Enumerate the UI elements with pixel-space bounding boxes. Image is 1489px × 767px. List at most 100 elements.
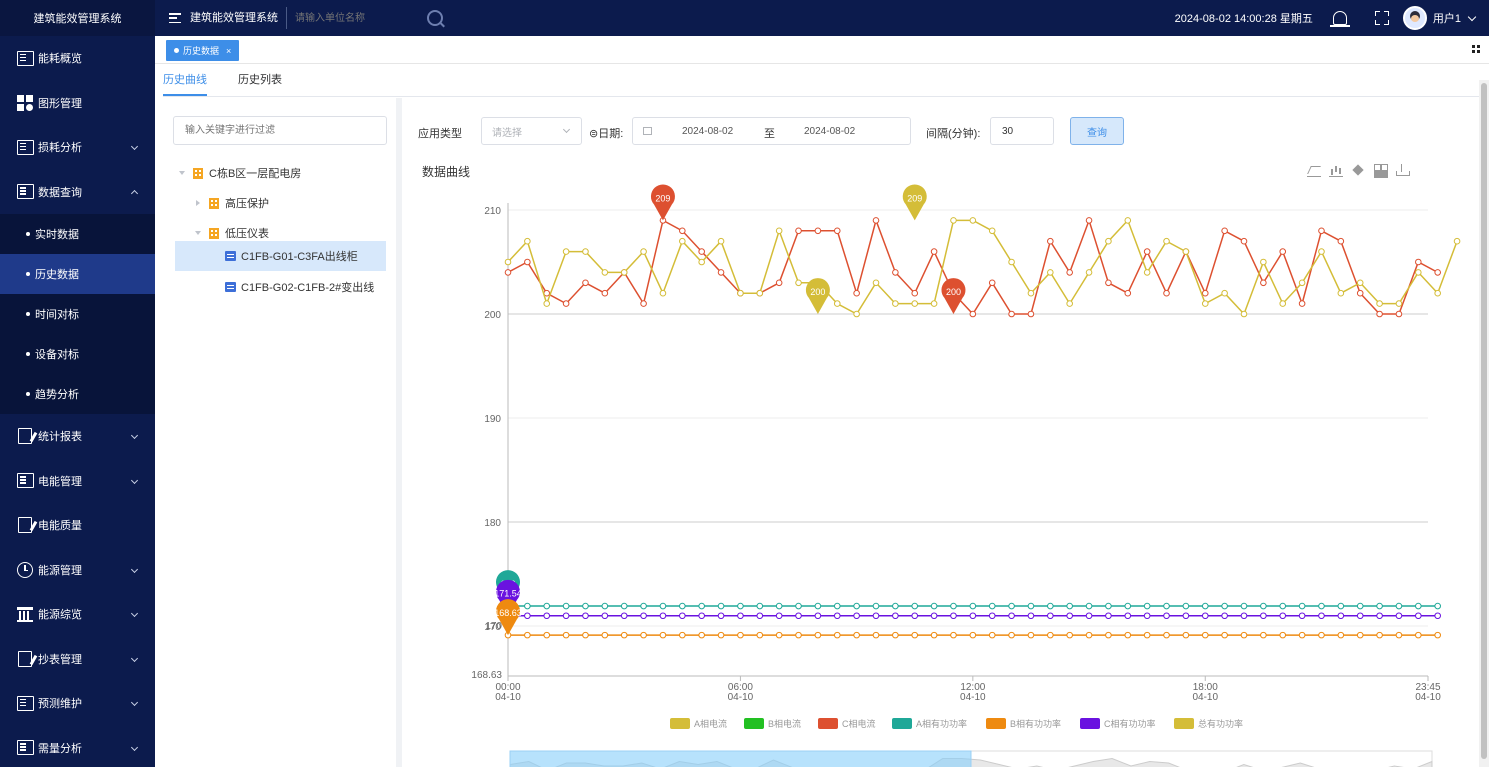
data-point	[814, 631, 822, 639]
sidebar-item-label: 电能管理	[38, 475, 82, 488]
meter-reading-icon	[16, 650, 34, 668]
sidebar-item-energy-overview-2[interactable]: 能源综览	[0, 592, 155, 637]
close-icon[interactable]: ×	[226, 46, 231, 56]
current-datetime: 2024-08-02 14:00:28 星期五	[1174, 13, 1313, 25]
data-point	[1240, 237, 1248, 245]
menu-toggle-icon[interactable]	[169, 13, 181, 23]
data-point	[737, 289, 744, 297]
apps-icon[interactable]	[1472, 45, 1480, 53]
data-point	[1356, 631, 1364, 639]
scrollbar-thumb[interactable]	[1481, 83, 1487, 759]
sidebar-item-demand-analysis[interactable]: 需量分析	[0, 726, 155, 767]
data-point	[1201, 631, 1209, 639]
legend-item: A相有功功率	[892, 718, 967, 729]
data-point	[1066, 612, 1073, 620]
data-point	[911, 631, 919, 639]
chevron-down-icon	[130, 610, 139, 618]
caret-down-icon[interactable]	[179, 171, 185, 175]
data-point	[1240, 612, 1248, 620]
caret-down-icon[interactable]	[195, 231, 201, 235]
data-point	[1240, 310, 1248, 318]
sidebar-item-energy-management[interactable]: 能源管理	[0, 548, 155, 593]
building-icon	[209, 227, 219, 239]
data-point	[737, 631, 744, 639]
tree-node-root[interactable]: C栋B区一层配电房	[179, 158, 301, 188]
data-point	[1260, 631, 1267, 639]
chevron-down-icon	[130, 743, 139, 751]
data-point	[737, 612, 744, 620]
sidebar-subitem-history-data[interactable]: 历史数据	[0, 254, 155, 294]
bell-icon[interactable]	[1329, 11, 1350, 27]
fullscreen-icon[interactable]	[1374, 11, 1389, 25]
data-curve-chart[interactable]: 210200190180170168.6300:0004-1006:0004-1…	[402, 98, 1478, 767]
sidebar-item-energy-overview[interactable]: 能耗概览	[0, 36, 155, 81]
x-tick-date: 04-10	[495, 692, 521, 703]
data-point	[1279, 248, 1287, 255]
data-point	[601, 269, 609, 276]
data-point	[679, 227, 686, 235]
series-line	[507, 217, 1439, 316]
marker-label: 168.63	[494, 608, 522, 618]
tree-node-group-high-voltage[interactable]: 高压保护	[196, 188, 269, 218]
data-point	[1337, 612, 1345, 620]
data-point	[1201, 289, 1209, 297]
data-point	[582, 279, 589, 287]
data-point	[679, 237, 686, 245]
data-point	[795, 631, 802, 639]
data-point	[969, 310, 977, 318]
sidebar-item-power-management[interactable]: 电能管理	[0, 459, 155, 504]
data-point	[1163, 237, 1170, 245]
tree-node-leaf-1[interactable]: C1FB-G01-C3FA出线柜	[175, 241, 386, 271]
data-point	[698, 258, 705, 266]
username[interactable]: 用户1	[1433, 10, 1461, 26]
data-point	[988, 227, 996, 235]
data-point	[1008, 631, 1015, 639]
sidebar-item-graphic-management[interactable]: 图形管理	[0, 81, 155, 126]
legend-item: A相电流	[670, 718, 727, 729]
tab-history-curve[interactable]: 历史曲线	[163, 70, 207, 96]
sidebar-subitem-trend-analysis[interactable]: 趋势分析	[0, 374, 155, 414]
data-point	[1124, 289, 1132, 297]
avatar[interactable]	[1402, 6, 1427, 30]
data-point	[582, 612, 589, 620]
data-point	[524, 258, 531, 266]
data-point	[853, 602, 860, 610]
data-point	[1453, 237, 1461, 245]
sub-tabs: 历史曲线 历史列表	[163, 70, 1480, 97]
x-tick-date: 04-10	[960, 692, 986, 703]
sidebar-subitem-realtime-data[interactable]: 实时数据	[0, 214, 155, 254]
sidebar-item-loss-analysis[interactable]: 损耗分析	[0, 125, 155, 170]
sidebar-subitem-device-benchmark[interactable]: 设备对标	[0, 334, 155, 374]
data-point	[1337, 289, 1345, 297]
sidebar-item-data-query[interactable]: 数据查询	[0, 170, 155, 215]
marker-label: 209	[907, 193, 922, 203]
tab-history-list[interactable]: 历史列表	[238, 70, 282, 96]
x-tick-date: 04-10	[1192, 692, 1218, 703]
marker-pin: 200	[805, 278, 830, 314]
tree-node-leaf-2[interactable]: C1FB-G02-C1FB-2#变出线	[225, 272, 374, 302]
sidebar-item-meter-reading[interactable]: 抄表管理	[0, 637, 155, 682]
unit-search-input[interactable]	[295, 7, 425, 29]
caret-right-icon[interactable]	[196, 200, 200, 206]
search-icon[interactable]	[427, 10, 443, 26]
data-point	[717, 631, 725, 639]
data-point	[969, 631, 977, 639]
chevron-down-icon[interactable]	[1467, 12, 1477, 21]
data-point	[1376, 612, 1383, 620]
chevron-down-icon	[130, 476, 139, 484]
data-point	[1415, 269, 1422, 276]
data-point	[1221, 289, 1228, 297]
tree-node-label: 低压仪表	[225, 228, 269, 240]
tab-history-data[interactable]: 历史数据 ×	[166, 40, 240, 61]
data-point	[1143, 269, 1151, 276]
data-point	[1395, 602, 1403, 610]
sidebar-subitem-time-benchmark[interactable]: 时间对标	[0, 294, 155, 334]
sidebar-item-predictive-maintenance[interactable]: 预测维护	[0, 681, 155, 726]
sidebar-item-power-quality[interactable]: 电能质量	[0, 503, 155, 548]
meter-icon	[225, 282, 236, 292]
page-scrollbar[interactable]	[1479, 80, 1489, 767]
data-point	[524, 612, 531, 620]
tree-filter-input[interactable]	[173, 116, 387, 145]
sidebar-item-statistics-report[interactable]: 统计报表	[0, 414, 155, 459]
data-point	[1318, 227, 1325, 235]
